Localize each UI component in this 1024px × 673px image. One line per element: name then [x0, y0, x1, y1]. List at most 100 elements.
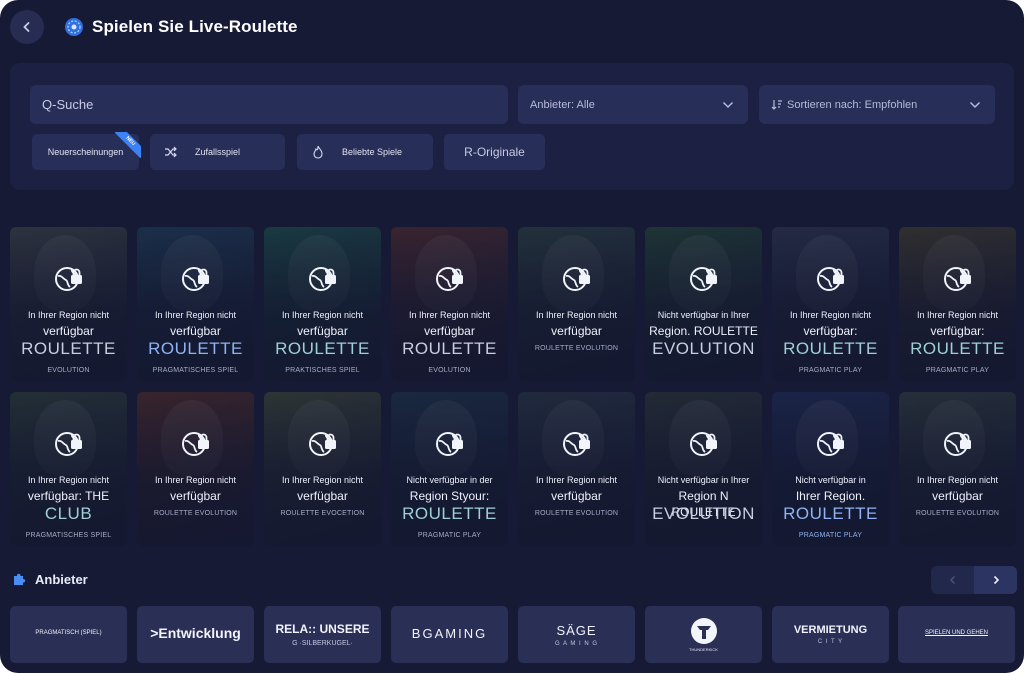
region-lock-icon	[816, 263, 846, 293]
game-brand: ROULETTE	[783, 339, 878, 358]
provider-tile[interactable]: PRAGMATISCH (SPIEL)	[10, 606, 127, 663]
game-card[interactable]: In Ihrer Region nicht verfügbar: THE CLUB P…	[10, 392, 127, 546]
game-card[interactable]: In Ihrer Region nicht verfügbar: ROULETTE P…	[772, 227, 889, 381]
unavailable-line1: In Ihrer Region nicht	[27, 310, 110, 320]
unavailable-line2: verfügbar:	[803, 324, 858, 338]
region-lock-icon	[943, 428, 973, 458]
unavailable-line1: In Ihrer Region nicht	[154, 475, 237, 485]
game-provider: PRAGMATIC PLAY	[798, 367, 863, 374]
game-card[interactable]: In Ihrer Region nicht verfügbar ROULETTE E…	[518, 392, 635, 546]
chip-r-originals[interactable]: R-Originale	[444, 134, 545, 170]
game-card[interactable]: Nicht verfügbar in Ihrer Region. ROULETTE P…	[772, 392, 889, 546]
unavailable-line2: verfügbar	[297, 324, 348, 338]
unavailable-message: Nicht verfügbar in der Region Styour:	[395, 472, 504, 504]
game-card[interactable]: Nicht verfügbar in Ihrer Region. ROULETTE…	[645, 227, 762, 381]
sort-select[interactable]: Sortieren nach: Empfohlen	[759, 85, 995, 124]
unavailable-line2: verfügbar	[932, 489, 983, 503]
chevron-left-icon	[23, 22, 30, 32]
game-card[interactable]: In Ihrer Region nicht verfügbar ROULETTE E…	[518, 227, 635, 381]
shuffle-icon	[164, 145, 178, 159]
game-card[interactable]: In Ihrer Region nicht verfügbar ROULETTE PR…	[137, 227, 254, 381]
provider-tile[interactable]: >Entwicklung	[137, 606, 254, 663]
sort-icon	[771, 100, 782, 110]
unavailable-line1: In Ihrer Region nicht	[281, 475, 364, 485]
region-lock-icon	[435, 428, 465, 458]
unavailable-overlay	[137, 392, 254, 546]
region-lock-icon	[54, 428, 84, 458]
game-card[interactable]: Nicht verfügbar in Ihrer Region N ROULETT…	[645, 392, 762, 546]
unavailable-line1: In Ihrer Region nicht	[408, 310, 491, 320]
header: Spielen Sie Live-Roulette	[10, 10, 298, 44]
game-brand: ROULETTE	[148, 339, 243, 358]
region-lock-icon	[308, 263, 338, 293]
chip-label: Beliebte Spiele	[341, 147, 403, 157]
provider-tile[interactable]: RELA:: UNSERE G ·SILBERKUGEL·	[264, 606, 381, 663]
unavailable-message: In Ihrer Region nicht verfügbar: THE	[14, 472, 123, 504]
unavailable-line2: verfügbar:	[930, 324, 985, 338]
providers-next-button[interactable]	[974, 566, 1017, 594]
game-card[interactable]: In Ihrer Region nicht verfügbar ROULETTE E…	[264, 392, 381, 546]
game-provider: PRAGMATIC PLAY	[417, 532, 482, 539]
provider-tile[interactable]: SPIELEN UND GEHEN	[898, 606, 1015, 663]
unavailable-line2: Region Styour:	[409, 489, 490, 503]
game-provider: ROULETTE EVOCETION	[280, 510, 365, 517]
provider-tile[interactable]: THUNDERKICK	[645, 606, 762, 663]
game-card[interactable]: In Ihrer Region nicht verfügbar ROULETTE E…	[137, 392, 254, 546]
provider-select-label: Anbieter: Alle	[530, 98, 595, 111]
region-lock-icon	[562, 263, 592, 293]
provider-tile[interactable]: VERMIETUNG C I T Y	[772, 606, 889, 663]
app-window: Spielen Sie Live-Roulette Anbieter: Alle…	[0, 0, 1024, 673]
search-input[interactable]	[30, 85, 508, 124]
game-card[interactable]: Nicht verfügbar in der Region Styour: ROUL…	[391, 392, 508, 546]
flame-icon	[311, 145, 325, 159]
game-provider: PRAKTISCHES SPIEL	[285, 367, 360, 374]
sort-select-label: Sortieren nach: Empfohlen	[787, 98, 918, 111]
region-lock-icon	[181, 428, 211, 458]
game-brand: ROULETTE	[21, 339, 116, 358]
page-title: Spielen Sie Live-Roulette	[92, 17, 298, 36]
unavailable-line1: In Ihrer Region nicht	[916, 310, 999, 320]
providers-prev-button[interactable]	[931, 566, 974, 594]
game-provider: ROULETTE EVOLUTION	[915, 510, 1000, 517]
back-button[interactable]	[10, 10, 44, 44]
game-card[interactable]: In Ihrer Region nicht verfügbar: ROULETTE P…	[899, 227, 1016, 381]
puzzle-icon	[14, 573, 26, 585]
provider-name: >Entwicklung	[150, 625, 241, 641]
unavailable-message: In Ihrer Region nicht verfügbar	[522, 472, 631, 504]
game-card[interactable]: In Ihrer Region nicht verfügbar ROULETTE E…	[899, 392, 1016, 546]
chip-new-releases[interactable]: Neuerscheinungen NEU	[32, 132, 141, 170]
provider-name: BGAMING	[411, 625, 488, 641]
game-provider: ROULETTE EVOLUTION	[534, 510, 619, 517]
region-lock-icon	[689, 428, 719, 458]
game-provider: PRAGMATIC PLAY	[798, 532, 863, 539]
region-lock-icon	[689, 263, 719, 293]
unavailable-line1: Nicht verfügbar in Ihrer	[657, 310, 750, 320]
game-provider: ROULETTE EVOLUTION	[534, 345, 619, 352]
unavailable-message: Nicht verfügbar in Ihrer Region.	[776, 472, 885, 504]
provider-select[interactable]: Anbieter: Alle	[518, 85, 748, 124]
roulette-icon	[64, 17, 84, 37]
unavailable-line1: In Ihrer Region nicht	[535, 475, 618, 485]
chip-label: R-Originale	[464, 145, 525, 159]
unavailable-message: In Ihrer Region nicht verfügbar	[141, 472, 250, 504]
game-provider: PRAGMATIC PLAY	[925, 367, 990, 374]
provider-tile[interactable]: SÄGE G A M I N G	[518, 606, 635, 663]
game-provider: PRAGMATISCHES SPIEL	[25, 532, 112, 539]
provider-tile[interactable]: BGAMING	[391, 606, 508, 663]
chip-random-game[interactable]: Zufallsspiel	[150, 134, 285, 170]
unavailable-line1: In Ihrer Region nicht	[535, 310, 618, 320]
chevron-left-icon	[949, 575, 955, 585]
region-lock-icon	[54, 263, 84, 293]
providers-header: Anbieter	[12, 571, 88, 587]
region-lock-icon	[816, 428, 846, 458]
unavailable-message: Nicht verfügbar in Ihrer Region. ROULETTE	[649, 307, 758, 339]
game-card[interactable]: In Ihrer Region nicht verfügbar ROULETTE PR…	[264, 227, 381, 381]
game-card[interactable]: In Ihrer Region nicht verfügbar ROULETTE EV…	[10, 227, 127, 381]
game-card[interactable]: In Ihrer Region nicht verfügbar ROULETTE EV…	[391, 227, 508, 381]
unavailable-message: In Ihrer Region nicht verfügbar	[522, 307, 631, 339]
game-brand: CLUB	[44, 504, 93, 523]
unavailable-line1: Nicht verfügbar in Ihrer	[657, 475, 750, 485]
unavailable-message: In Ihrer Region nicht verfügbar	[14, 307, 123, 339]
chip-popular-games[interactable]: Beliebte Spiele	[297, 134, 433, 170]
provider-subtitle: G A M I N G	[554, 640, 598, 647]
